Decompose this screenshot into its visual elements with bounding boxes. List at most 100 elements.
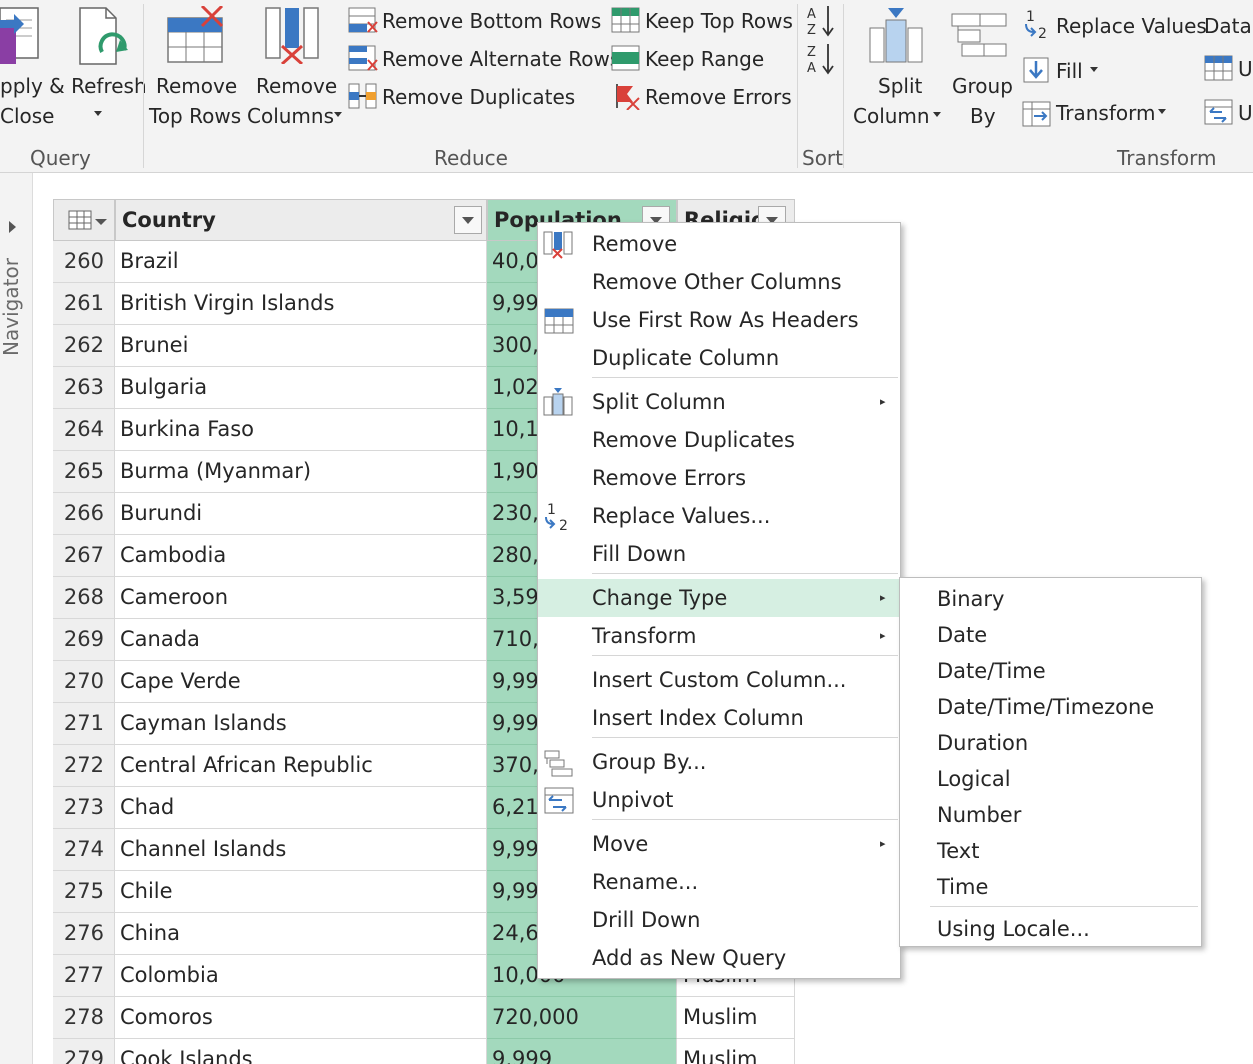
type-option-number[interactable]: Number xyxy=(900,797,1201,833)
population-cell[interactable]: 9,999 xyxy=(487,1039,677,1064)
menu-item-move[interactable]: Move ▸ xyxy=(538,825,900,863)
menu-item-add-as-new-query[interactable]: Add as New Query xyxy=(538,939,900,977)
refresh-dropdown-arrow[interactable] xyxy=(94,111,102,116)
country-cell[interactable]: Channel Islands xyxy=(115,829,487,871)
country-cell[interactable]: Central African Republic xyxy=(115,745,487,787)
menu-item-change-type[interactable]: Change Type ▸ xyxy=(538,579,900,617)
row-index-cell[interactable]: 266 xyxy=(53,493,115,535)
type-option-binary[interactable]: Binary xyxy=(900,581,1201,617)
replace-values-button[interactable]: 1 2 Replace Values xyxy=(1022,8,1210,40)
type-option-using-locale[interactable]: Using Locale... xyxy=(900,911,1201,947)
fill-dropdown-arrow[interactable] xyxy=(1090,67,1098,72)
row-index-cell[interactable]: 263 xyxy=(53,367,115,409)
type-option-logical[interactable]: Logical xyxy=(900,761,1201,797)
type-option-text[interactable]: Text xyxy=(900,833,1201,869)
sort-ascending-button[interactable]: A Z xyxy=(806,4,836,40)
type-option-date-time[interactable]: Date/Time xyxy=(900,653,1201,689)
country-cell[interactable]: Cameroon xyxy=(115,577,487,619)
remove-alternate-rows-button[interactable]: Remove Alternate Rows xyxy=(348,44,620,74)
menu-item-fill-down[interactable]: Fill Down xyxy=(538,535,900,573)
group-by-button[interactable]: Group By xyxy=(946,0,1016,140)
row-index-cell[interactable]: 267 xyxy=(53,535,115,577)
row-index-cell[interactable]: 269 xyxy=(53,619,115,661)
country-cell[interactable]: Colombia xyxy=(115,955,487,997)
transform-button[interactable]: Transform xyxy=(1022,100,1172,130)
menu-item-drill-down[interactable]: Drill Down xyxy=(538,901,900,939)
row-index-cell[interactable]: 260 xyxy=(53,241,115,283)
navigator-expand-icon[interactable] xyxy=(9,221,16,233)
fill-button[interactable]: Fill xyxy=(1022,56,1102,86)
menu-item-remove-errors[interactable]: Remove Errors xyxy=(538,459,900,497)
unpivot-button-cut[interactable]: U xyxy=(1204,98,1253,128)
navigator-pane[interactable]: Navigator xyxy=(0,173,33,1064)
type-option-time[interactable]: Time xyxy=(900,869,1201,905)
row-index-cell[interactable]: 279 xyxy=(53,1039,115,1064)
country-cell[interactable]: Cape Verde xyxy=(115,661,487,703)
row-index-cell[interactable]: 274 xyxy=(53,829,115,871)
keep-top-rows-button[interactable]: Keep Top Rows xyxy=(611,6,793,36)
remove-errors-button[interactable]: Remove Errors xyxy=(611,82,792,112)
row-index-cell[interactable]: 272 xyxy=(53,745,115,787)
country-cell[interactable]: Chad xyxy=(115,787,487,829)
menu-item-replace-values[interactable]: 1 2 Replace Values... xyxy=(538,497,900,535)
row-index-cell[interactable]: 265 xyxy=(53,451,115,493)
menu-item-split-column[interactable]: Split Column ▸ xyxy=(538,383,900,421)
column-header-country[interactable]: Country xyxy=(115,199,487,241)
row-index-cell[interactable]: 273 xyxy=(53,787,115,829)
split-column-dropdown-arrow[interactable] xyxy=(933,112,941,117)
country-cell[interactable]: Brazil xyxy=(115,241,487,283)
country-cell[interactable]: Burkina Faso xyxy=(115,409,487,451)
country-cell[interactable]: Comoros xyxy=(115,997,487,1039)
country-cell[interactable]: British Virgin Islands xyxy=(115,283,487,325)
country-cell[interactable]: Burundi xyxy=(115,493,487,535)
country-cell[interactable]: Chile xyxy=(115,871,487,913)
refresh-button[interactable] xyxy=(68,0,138,140)
type-option-date[interactable]: Date xyxy=(900,617,1201,653)
filter-dropdown-country[interactable] xyxy=(454,206,482,234)
row-index-cell[interactable]: 278 xyxy=(53,997,115,1039)
remove-top-rows-button[interactable]: Remove Top Rows xyxy=(146,0,241,140)
country-cell[interactable]: Bulgaria xyxy=(115,367,487,409)
religion-cell[interactable]: Muslim xyxy=(677,1039,795,1064)
menu-item-use-first-row-as-headers[interactable]: Use First Row As Headers xyxy=(538,301,900,339)
menu-item-duplicate-column[interactable]: Duplicate Column xyxy=(538,339,900,377)
menu-item-group-by[interactable]: Group By... xyxy=(538,743,900,781)
type-option-duration[interactable]: Duration xyxy=(900,725,1201,761)
table-menu-header[interactable] xyxy=(53,199,115,241)
country-cell[interactable]: Cambodia xyxy=(115,535,487,577)
use-first-row-button-cut[interactable]: U xyxy=(1204,54,1253,84)
menu-item-transform[interactable]: Transform ▸ xyxy=(538,617,900,655)
menu-item-remove-other-columns[interactable]: Remove Other Columns xyxy=(538,263,900,301)
population-cell[interactable]: 720,000 xyxy=(487,997,677,1039)
country-cell[interactable]: Cook Islands xyxy=(115,1039,487,1064)
row-index-cell[interactable]: 271 xyxy=(53,703,115,745)
split-column-button[interactable]: Split Column xyxy=(848,0,942,140)
row-index-cell[interactable]: 275 xyxy=(53,871,115,913)
menu-item-insert-custom-column[interactable]: Insert Custom Column... xyxy=(538,661,900,699)
row-index-cell[interactable]: 268 xyxy=(53,577,115,619)
remove-columns-dropdown-arrow[interactable] xyxy=(334,112,342,117)
sort-descending-button[interactable]: Z A xyxy=(806,42,836,78)
row-index-cell[interactable]: 264 xyxy=(53,409,115,451)
remove-columns-button[interactable]: Remove Columns xyxy=(244,0,344,140)
transform-dropdown-arrow[interactable] xyxy=(1158,109,1166,114)
menu-item-insert-index-column[interactable]: Insert Index Column xyxy=(538,699,900,737)
remove-duplicates-button[interactable]: Remove Duplicates xyxy=(348,82,578,112)
type-option-date-time-timezone[interactable]: Date/Time/Timezone xyxy=(900,689,1201,725)
row-index-cell[interactable]: 262 xyxy=(53,325,115,367)
country-cell[interactable]: China xyxy=(115,913,487,955)
country-cell[interactable]: Cayman Islands xyxy=(115,703,487,745)
row-index-cell[interactable]: 276 xyxy=(53,913,115,955)
menu-item-unpivot[interactable]: Unpivot xyxy=(538,781,900,819)
row-index-cell[interactable]: 261 xyxy=(53,283,115,325)
country-cell[interactable]: Brunei xyxy=(115,325,487,367)
menu-item-remove-duplicates[interactable]: Remove Duplicates xyxy=(538,421,900,459)
table-row[interactable]: 279 Cook Islands 9,999 Muslim xyxy=(53,1039,795,1064)
keep-range-button[interactable]: Keep Range xyxy=(611,44,791,74)
menu-item-remove[interactable]: Remove xyxy=(538,225,900,263)
religion-cell[interactable]: Muslim xyxy=(677,997,795,1039)
country-cell[interactable]: Canada xyxy=(115,619,487,661)
menu-item-rename[interactable]: Rename... xyxy=(538,863,900,901)
data-type-cut-label[interactable]: Data xyxy=(1204,14,1252,38)
table-row[interactable]: 278 Comoros 720,000 Muslim xyxy=(53,997,795,1039)
